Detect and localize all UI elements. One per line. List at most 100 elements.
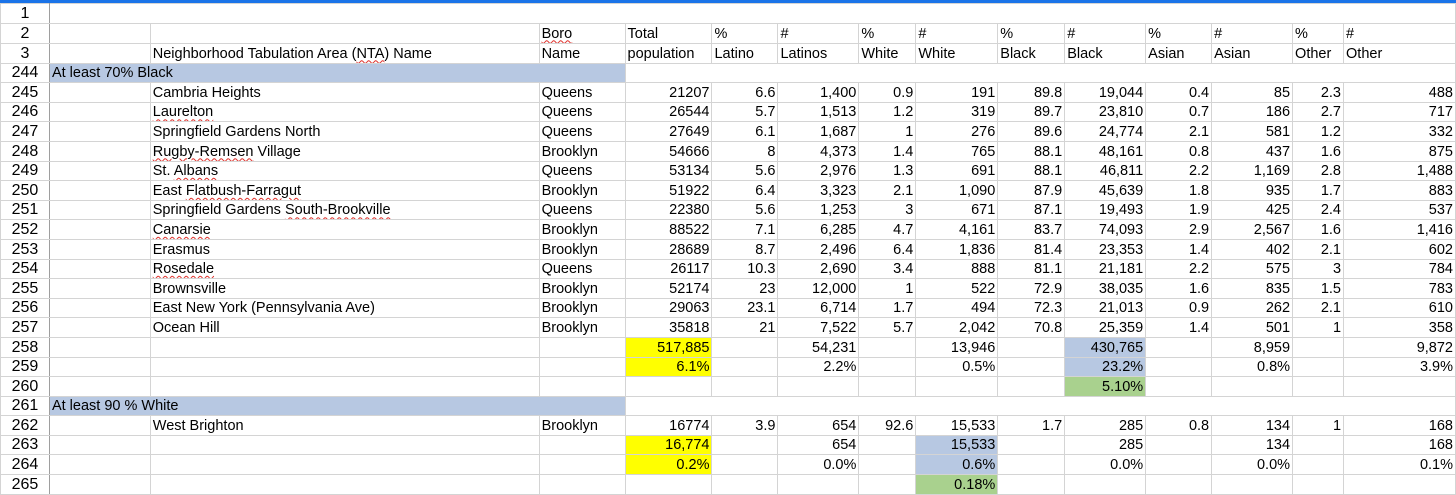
header-cell-black-pct[interactable]: Black bbox=[997, 42, 1066, 64]
cell[interactable] bbox=[538, 454, 626, 476]
row-header[interactable]: 2 bbox=[0, 22, 50, 44]
cell[interactable] bbox=[48, 336, 151, 358]
value-cell-pop[interactable]: 53134 bbox=[624, 160, 713, 182]
value-cell-nw[interactable]: 319 bbox=[915, 101, 999, 123]
value-cell-pw[interactable]: 1.4 bbox=[858, 140, 917, 162]
nta-name-cell[interactable]: St. Albans bbox=[149, 160, 540, 182]
table-row[interactable]: 250 East Flatbush-Farragut Brooklyn 51922 6.… bbox=[0, 180, 1456, 201]
value-cell-na[interactable]: 2,567 bbox=[1211, 219, 1294, 240]
value-cell-no[interactable]: 358 bbox=[1343, 317, 1456, 338]
table-row[interactable]: 256 East New York (Pennsylvania Ave) Brook… bbox=[0, 297, 1456, 319]
cell[interactable] bbox=[48, 121, 151, 142]
value-cell-no[interactable]: 883 bbox=[1343, 180, 1456, 201]
value-cell-pop[interactable]: 51922 bbox=[624, 180, 713, 201]
value-cell-nl[interactable]: 4,373 bbox=[777, 140, 860, 162]
row-header[interactable]: 260 bbox=[0, 376, 50, 397]
summary-cell-no[interactable]: 168 bbox=[1343, 434, 1456, 456]
row-header[interactable]: 255 bbox=[0, 278, 50, 299]
value-cell-pb[interactable]: 72.3 bbox=[997, 297, 1066, 319]
cell[interactable] bbox=[149, 22, 540, 44]
table-row[interactable]: 247 Springfield Gardens North Queens 27649 6… bbox=[0, 121, 1456, 142]
header-cell-pct-asian[interactable]: % bbox=[1145, 22, 1213, 44]
value-cell-nb[interactable]: 25,359 bbox=[1064, 317, 1147, 338]
value-cell-na[interactable]: 581 bbox=[1211, 121, 1294, 142]
cell[interactable] bbox=[1343, 376, 1456, 397]
value-cell-pl[interactable]: 6.6 bbox=[711, 82, 779, 103]
row-header[interactable]: 1 bbox=[0, 3, 50, 24]
cell[interactable] bbox=[48, 199, 151, 221]
cell[interactable] bbox=[1064, 474, 1147, 495]
value-cell-pop[interactable]: 26544 bbox=[624, 101, 713, 123]
row-header[interactable]: 244 bbox=[0, 62, 50, 84]
header-cell-latino[interactable]: Latino bbox=[711, 42, 779, 64]
cell[interactable] bbox=[858, 454, 917, 476]
value-cell-pop[interactable]: 54666 bbox=[624, 140, 713, 162]
value-cell-nw[interactable]: 671 bbox=[915, 199, 999, 221]
cell[interactable] bbox=[48, 160, 151, 182]
cell[interactable] bbox=[711, 356, 779, 378]
cell[interactable] bbox=[1292, 376, 1345, 397]
row-header[interactable]: 249 bbox=[0, 160, 50, 182]
value-cell-po[interactable]: 2.1 bbox=[1292, 297, 1345, 319]
nta-name-cell[interactable]: Cambria Heights bbox=[149, 82, 540, 103]
row-header[interactable]: 265 bbox=[0, 474, 50, 495]
table-row[interactable]: 246 Laurelton Queens 26544 5.7 1,513 1.2 319 89.… bbox=[0, 101, 1456, 123]
nta-name-cell[interactable]: Erasmus bbox=[149, 238, 540, 260]
cell[interactable] bbox=[711, 454, 779, 476]
nta-name-cell[interactable]: Laurelton bbox=[149, 101, 540, 123]
boro-cell[interactable]: Queens bbox=[538, 258, 626, 280]
value-cell-nw[interactable]: 1,090 bbox=[915, 180, 999, 201]
value-cell-pl[interactable]: 8.7 bbox=[711, 238, 779, 260]
value-cell-pb[interactable]: 87.9 bbox=[997, 180, 1066, 201]
value-cell-no[interactable]: 1,416 bbox=[1343, 219, 1456, 240]
cell[interactable] bbox=[48, 297, 151, 319]
table-row[interactable]: 254 Rosedale Queens 26117 10.3 2,690 3.4 888 81.… bbox=[0, 258, 1456, 280]
value-cell-na[interactable]: 501 bbox=[1211, 317, 1294, 338]
summary-cell-nl[interactable]: 0.0% bbox=[777, 454, 860, 476]
cell[interactable] bbox=[48, 278, 151, 299]
group-heading-white[interactable]: At least 90 % White bbox=[48, 395, 626, 417]
cell[interactable] bbox=[149, 336, 540, 358]
cell[interactable] bbox=[1292, 454, 1345, 476]
spreadsheet-grid[interactable]: 1 2 Boro Total % # % # % # % # % # 3 Nei… bbox=[0, 3, 1456, 495]
value-cell-pw[interactable]: 0.9 bbox=[858, 82, 917, 103]
boro-cell[interactable]: Brooklyn bbox=[538, 180, 626, 201]
value-cell-nl[interactable]: 1,513 bbox=[777, 101, 860, 123]
header-cell-boro[interactable]: Boro bbox=[538, 22, 626, 44]
cell[interactable] bbox=[1145, 454, 1213, 476]
value-cell-pw[interactable]: 5.7 bbox=[858, 317, 917, 338]
header-cell-num-asian[interactable]: # bbox=[1211, 22, 1294, 44]
value-cell-po[interactable]: 3 bbox=[1292, 258, 1345, 280]
value-cell-po[interactable]: 2.1 bbox=[1292, 238, 1345, 260]
cell[interactable] bbox=[711, 474, 779, 495]
value-cell-na[interactable]: 186 bbox=[1211, 101, 1294, 123]
row-header[interactable]: 263 bbox=[0, 434, 50, 456]
value-cell-nl[interactable]: 2,690 bbox=[777, 258, 860, 280]
row-header[interactable]: 247 bbox=[0, 121, 50, 142]
row-header[interactable]: 252 bbox=[0, 219, 50, 240]
cell[interactable] bbox=[48, 317, 151, 338]
value-cell-pop[interactable]: 21207 bbox=[624, 82, 713, 103]
summary-cell-pop[interactable]: 6.1% bbox=[624, 356, 713, 378]
cell[interactable] bbox=[149, 376, 540, 397]
cell[interactable] bbox=[997, 356, 1066, 378]
cell[interactable] bbox=[711, 434, 779, 456]
row-header[interactable]: 261 bbox=[0, 395, 50, 417]
nta-name-cell[interactable]: Springfield Gardens North bbox=[149, 121, 540, 142]
summary-cell-nl[interactable]: 2.2% bbox=[777, 356, 860, 378]
value-cell-nw[interactable]: 765 bbox=[915, 140, 999, 162]
value-cell-nw[interactable]: 2,042 bbox=[915, 317, 999, 338]
summary-cell-na[interactable]: 0.8% bbox=[1211, 356, 1294, 378]
value-cell-nw[interactable]: 888 bbox=[915, 258, 999, 280]
value-cell-pw[interactable]: 6.4 bbox=[858, 238, 917, 260]
table-row[interactable]: 249 St. Albans Queens 53134 5.6 2,976 1.3 691 88… bbox=[0, 160, 1456, 182]
summary-cell-nw[interactable]: 15,533 bbox=[915, 434, 999, 456]
value-cell-no[interactable]: 610 bbox=[1343, 297, 1456, 319]
header-cell-white-num[interactable]: White bbox=[915, 42, 999, 64]
row-header[interactable]: 3 bbox=[0, 42, 50, 64]
cell[interactable] bbox=[711, 336, 779, 358]
cell[interactable] bbox=[48, 474, 151, 495]
summary-cell-nw[interactable]: 0.18% bbox=[915, 474, 999, 495]
value-cell-nl[interactable]: 2,976 bbox=[777, 160, 860, 182]
value-cell-pl[interactable]: 8 bbox=[711, 140, 779, 162]
